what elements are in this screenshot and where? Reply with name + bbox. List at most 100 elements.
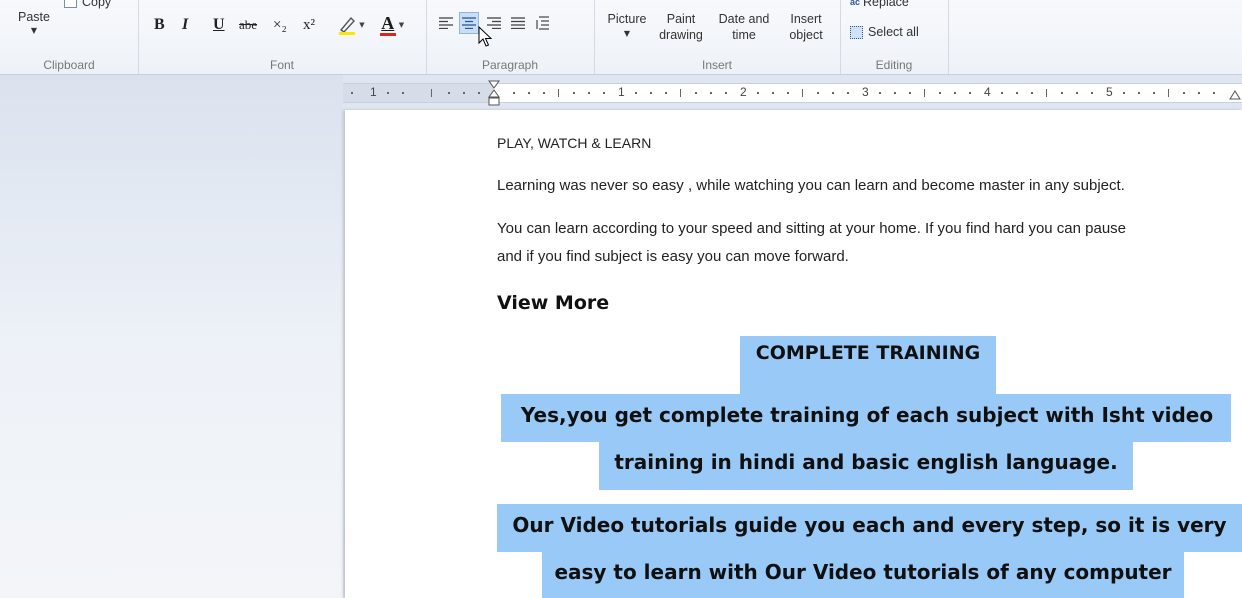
ruler-dot xyxy=(817,92,819,94)
align-center-icon xyxy=(462,17,476,29)
paragraph-settings-button[interactable] xyxy=(532,12,552,34)
ruler-dot xyxy=(463,92,465,94)
ruler-dot xyxy=(478,92,480,94)
paint-label-2: drawing xyxy=(659,28,703,42)
ruler-dot xyxy=(588,92,590,94)
ruler-dot xyxy=(772,92,774,94)
datetime-label-2: time xyxy=(732,28,756,42)
paragraph-icon xyxy=(536,16,549,30)
ruler-dot xyxy=(650,92,652,94)
ruler-dot xyxy=(1138,92,1140,94)
ruler-tick xyxy=(680,89,681,97)
ruler-dot xyxy=(757,92,759,94)
ruler-dot xyxy=(1076,92,1078,94)
font-color-bar xyxy=(379,33,396,36)
doc-paragraph-2-line-1: You can learn according to your speed an… xyxy=(497,220,1127,237)
ruler-dot xyxy=(787,92,789,94)
replace-button[interactable]: ac Replace xyxy=(850,0,946,10)
indent-marker-icon[interactable] xyxy=(488,80,500,108)
ruler-left-margin xyxy=(343,84,493,102)
right-indent-marker-icon[interactable] xyxy=(1229,90,1241,102)
ruler-dot xyxy=(351,92,353,94)
ruler-dot xyxy=(402,92,404,94)
left-margin-area xyxy=(0,75,343,598)
ruler-dot xyxy=(1001,92,1003,94)
complete-training-heading: COMPLETE TRAINING xyxy=(755,342,981,364)
ruler-dot xyxy=(635,92,637,94)
ruler-dot xyxy=(847,92,849,94)
font-group: B I U abe ×₂ x² ▼ A ▼ Font xyxy=(138,0,427,74)
clipboard-group: Paste ▼ Copy Clipboard xyxy=(0,0,139,74)
ruler-dot xyxy=(528,92,530,94)
ruler-tick xyxy=(558,89,559,97)
ruler-dot xyxy=(448,92,450,94)
clipboard-group-label: Clipboard xyxy=(43,58,95,72)
ruler-tick xyxy=(431,89,432,97)
underline-button[interactable]: U xyxy=(213,14,225,36)
justify-button[interactable] xyxy=(508,12,528,34)
ruler-tick xyxy=(802,89,803,97)
insert-group-label: Insert xyxy=(701,58,732,72)
ruler-dot xyxy=(1091,92,1093,94)
picture-button[interactable]: Picture ▼ xyxy=(600,12,654,44)
font-group-label: Font xyxy=(269,58,294,72)
italic-button[interactable]: I xyxy=(182,14,188,36)
select-all-button[interactable]: Select all xyxy=(850,22,946,42)
ruler-dot xyxy=(603,92,605,94)
ruler-dot xyxy=(939,92,941,94)
ruler-dot xyxy=(1061,92,1063,94)
highlight-button[interactable]: ▼ xyxy=(334,14,368,36)
ruler-dot xyxy=(1123,92,1125,94)
font-color-icon: A xyxy=(379,14,396,36)
ruler-number: 5 xyxy=(1106,85,1113,99)
chevron-down-icon: ▼ xyxy=(359,21,365,29)
mouse-cursor-icon xyxy=(478,26,493,47)
insert-object-button[interactable]: Insert object xyxy=(778,12,834,46)
subscript-button[interactable]: ×₂ xyxy=(273,14,287,36)
paragraph-group-label: Paragraph xyxy=(481,58,539,72)
ruler-dot xyxy=(513,92,515,94)
ruler-dot xyxy=(1198,92,1200,94)
ruler-dot xyxy=(879,92,881,94)
ruler-dot xyxy=(832,92,834,94)
ruler-number: 1 xyxy=(370,85,377,99)
picture-label: Picture xyxy=(607,12,647,26)
ruler-dot xyxy=(573,92,575,94)
ruler-tick xyxy=(1046,89,1047,97)
align-left-button[interactable] xyxy=(436,12,456,34)
chevron-down-icon: ▼ xyxy=(398,21,405,29)
editing-group-label: Editing xyxy=(875,58,913,72)
superscript-button[interactable]: x² xyxy=(303,14,315,36)
document-page[interactable]: PLAY, WATCH & LEARN Learning was never s… xyxy=(345,110,1242,598)
doc-tutorials-line-2: easy to learn with Our Video tutorials o… xyxy=(554,560,1172,584)
doc-tutorials-line-1: Our Video tutorials guide you each and e… xyxy=(512,513,1227,537)
replace-icon: ac xyxy=(850,0,861,7)
ruler-dot xyxy=(665,92,667,94)
select-all-label: Select all xyxy=(868,25,919,39)
ruler-dot xyxy=(725,92,727,94)
bold-button[interactable]: B xyxy=(154,14,165,36)
ruler-dot xyxy=(1213,92,1215,94)
font-color-button[interactable]: A ▼ xyxy=(374,12,410,38)
ruler-dot xyxy=(954,92,956,94)
ruler-dot xyxy=(695,92,697,94)
chevron-down-icon: ▼ xyxy=(623,29,631,38)
strikethrough-button[interactable]: abe xyxy=(239,14,257,36)
ruler-dot xyxy=(1016,92,1018,94)
copy-button[interactable]: Copy xyxy=(64,0,134,10)
ruler[interactable]: 1 1 2 3 4 5 xyxy=(343,80,1242,106)
paste-label: Paste xyxy=(18,10,50,24)
align-center-button[interactable] xyxy=(459,12,479,34)
paint-drawing-button[interactable]: Paint drawing xyxy=(652,12,710,46)
ruler-dot xyxy=(1183,92,1185,94)
ruler-dot xyxy=(1031,92,1033,94)
object-label-2: object xyxy=(789,28,823,42)
ruler-dot xyxy=(894,92,896,94)
paste-button[interactable]: Paste ▼ xyxy=(10,0,58,44)
ruler-dot xyxy=(969,92,971,94)
editing-group: ac Replace Select all Editing xyxy=(840,0,949,74)
ruler-dot xyxy=(909,92,911,94)
date-time-button[interactable]: Date and time xyxy=(712,12,776,46)
view-more-heading: View More xyxy=(497,292,610,314)
copy-label: Copy xyxy=(82,0,112,9)
